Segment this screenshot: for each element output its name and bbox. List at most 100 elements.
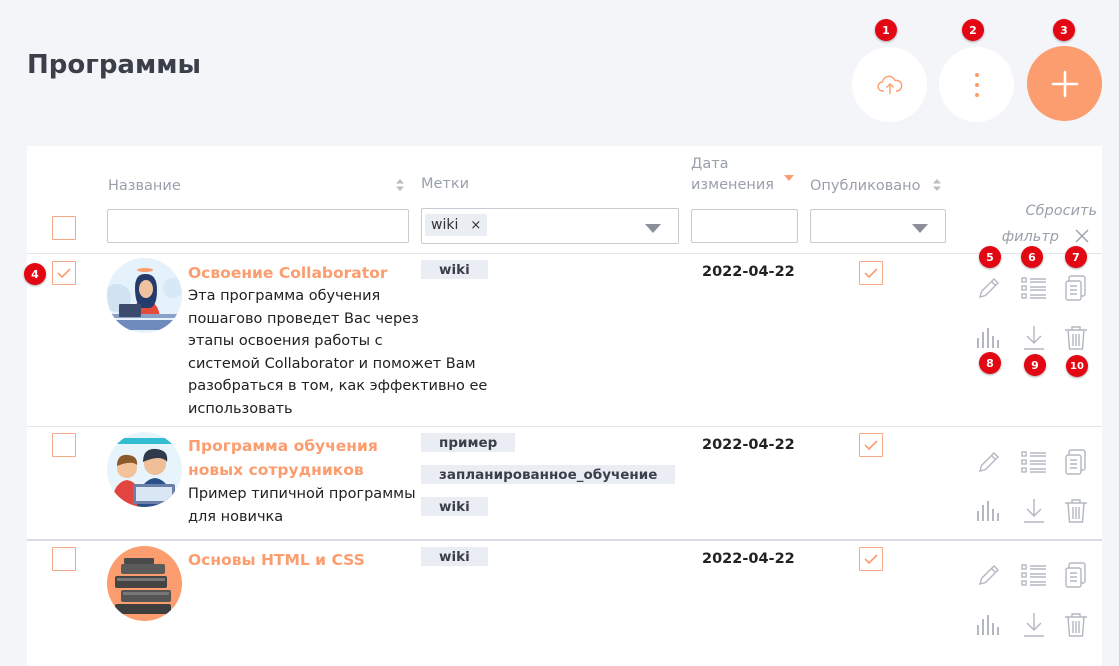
program-title-line: Программа обучения: [188, 437, 378, 455]
description-line: пошагово проведет Вас через: [188, 310, 419, 327]
published-checkbox[interactable]: [859, 261, 883, 285]
upload-button[interactable]: [852, 47, 927, 122]
structure-button[interactable]: [1020, 274, 1048, 302]
download-icon: [1024, 326, 1044, 350]
description-line: этапы освоения работы с: [188, 333, 383, 349]
annotation-marker-2: 2: [962, 19, 984, 41]
column-header-date-line1: Дата: [691, 156, 729, 172]
column-header-name[interactable]: Название: [108, 176, 181, 197]
modified-date: 2022-04-22: [702, 437, 795, 453]
tag-filter-chip: wiki ×: [425, 214, 488, 236]
stats-icon: [977, 615, 999, 635]
page-title: Программы: [27, 50, 201, 80]
sort-icon[interactable]: [395, 178, 405, 192]
program-title-line: новых сотрудников: [188, 461, 364, 479]
tags-filter-select[interactable]: wiki ×: [421, 208, 679, 244]
annotation-marker-5: 5: [979, 246, 1001, 268]
row-divider: [27, 539, 1102, 541]
row-checkbox[interactable]: [52, 261, 76, 285]
copy-icon: [1065, 562, 1086, 588]
delete-button[interactable]: [1062, 324, 1090, 352]
statistics-button[interactable]: [975, 611, 1003, 639]
published-filter-select[interactable]: [810, 209, 946, 243]
new-employees-illustration: [107, 438, 182, 507]
tag-badge: wiki: [421, 260, 488, 279]
program-title-link[interactable]: Основы HTML и CSS: [188, 548, 365, 572]
description-line: системой Collaborator и поможет Вам: [188, 355, 476, 372]
tag-filter-chip-label: wiki: [431, 217, 459, 233]
edit-button[interactable]: [975, 274, 1003, 302]
download-button[interactable]: [1020, 611, 1048, 639]
edit-button[interactable]: [975, 448, 1003, 476]
cloud-upload-icon: [876, 75, 902, 94]
name-filter-input[interactable]: [107, 209, 409, 243]
annotation-marker-4: 4: [24, 263, 46, 285]
annotation-marker-9: 9: [1024, 354, 1046, 376]
program-thumbnail: [107, 258, 182, 333]
statistics-button[interactable]: [975, 497, 1003, 525]
date-filter-input[interactable]: [691, 209, 798, 243]
published-checkbox[interactable]: [859, 433, 883, 457]
trash-icon: [1065, 613, 1087, 637]
column-header-date-line2: изменения: [691, 177, 775, 193]
copy-button[interactable]: [1062, 448, 1090, 476]
description-line: Эта программа обучения: [188, 288, 381, 304]
published-checkbox[interactable]: [859, 547, 883, 571]
close-icon: [1075, 229, 1089, 243]
download-button[interactable]: [1020, 324, 1048, 352]
reset-filter-button[interactable]: Сбросить фильтр: [982, 198, 1097, 250]
list-icon: [1021, 451, 1046, 473]
chevron-down-icon[interactable]: [645, 224, 661, 233]
annotation-marker-3: 3: [1053, 19, 1075, 41]
copy-button[interactable]: [1062, 274, 1090, 302]
structure-button[interactable]: [1020, 448, 1048, 476]
copy-icon: [1065, 275, 1086, 301]
program-title-link[interactable]: Программа обучения новых сотрудников: [188, 434, 378, 482]
trash-icon: [1065, 499, 1087, 523]
structure-button[interactable]: [1020, 561, 1048, 589]
chevron-down-icon: [912, 224, 928, 233]
annotation-marker-1: 1: [875, 19, 897, 41]
tag-badge: запланированное_обучение: [421, 465, 676, 484]
description-line: использовать: [188, 400, 293, 417]
pencil-icon: [979, 452, 999, 472]
row-checkbox[interactable]: [52, 547, 76, 571]
delete-button[interactable]: [1062, 497, 1090, 525]
column-header-published[interactable]: Опубликовано: [810, 176, 921, 197]
program-description: Пример типичной программы для новичка: [188, 483, 416, 528]
remove-tag-icon[interactable]: ×: [470, 218, 481, 233]
checkmark-icon: [864, 268, 878, 279]
delete-button[interactable]: [1062, 611, 1090, 639]
download-icon: [1024, 499, 1044, 523]
column-header-tags: Метки: [421, 176, 470, 192]
tag-badge: пример: [421, 433, 516, 452]
column-header-date[interactable]: Дата изменения: [691, 154, 774, 196]
plus-icon: [1051, 70, 1078, 97]
copy-icon: [1065, 449, 1086, 475]
description-line: для новичка: [188, 508, 284, 525]
select-all-checkbox[interactable]: [52, 216, 76, 240]
row-checkbox[interactable]: [52, 433, 76, 457]
statistics-button[interactable]: [975, 324, 1003, 352]
checkmark-icon: [864, 554, 878, 565]
program-title-link[interactable]: Освоение Collaborator: [188, 261, 387, 285]
add-program-button[interactable]: [1027, 46, 1102, 121]
sort-desc-icon[interactable]: [784, 175, 794, 181]
program-thumbnail: [107, 546, 182, 621]
download-button[interactable]: [1020, 497, 1048, 525]
trash-icon: [1065, 326, 1087, 350]
pencil-icon: [979, 278, 999, 298]
annotation-marker-7: 7: [1065, 246, 1087, 268]
program-thumbnail: [107, 432, 182, 507]
row-divider: [27, 426, 1102, 427]
tag-badge: wiki: [421, 547, 488, 566]
annotation-marker-10: 10: [1066, 355, 1088, 377]
annotation-marker-6: 6: [1021, 246, 1043, 268]
checkmark-icon: [864, 440, 878, 451]
copy-button[interactable]: [1062, 561, 1090, 589]
checkmark-icon: [57, 268, 71, 279]
download-icon: [1024, 613, 1044, 637]
more-options-button[interactable]: [939, 47, 1014, 122]
edit-button[interactable]: [975, 561, 1003, 589]
sort-icon[interactable]: [932, 178, 942, 192]
